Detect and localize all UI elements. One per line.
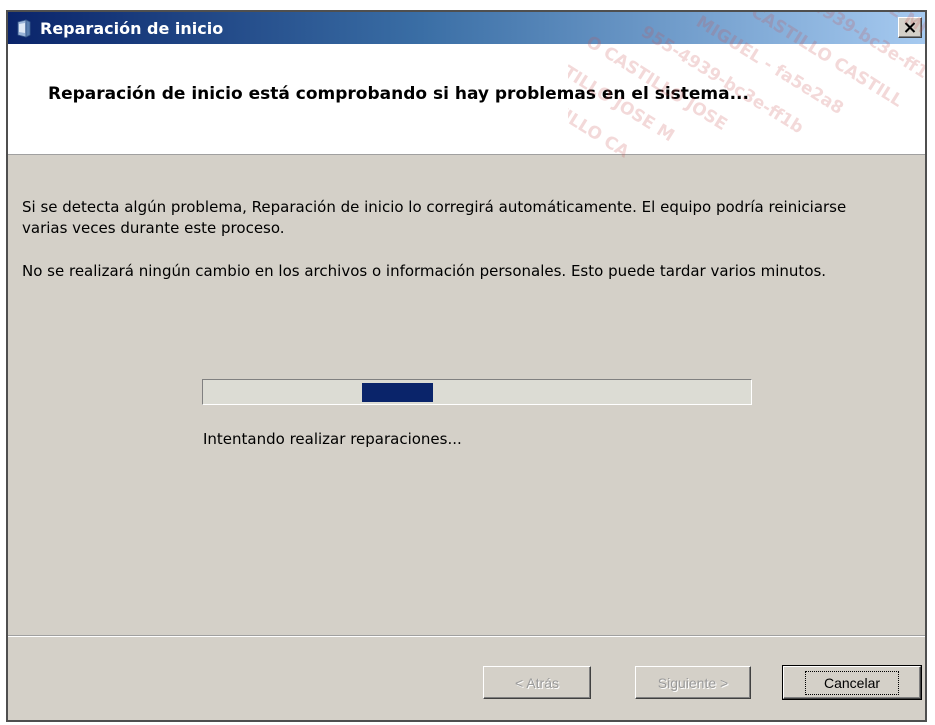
dialog-content: Si se detecta algún problema, Reparación… [8,155,925,636]
page-heading: Reparación de inicio está comprobando si… [48,84,749,104]
window-title: Reparación de inicio [40,19,224,38]
progress-status-text: Intentando realizar reparaciones... [203,430,462,448]
back-button-label: < Atrás [515,674,559,691]
progress-indicator [362,383,433,402]
next-button-label: Siguiente > [657,674,729,691]
next-button[interactable]: Siguiente > [635,666,751,699]
title-bar[interactable]: Reparación de inicio [8,12,925,44]
close-icon [904,18,916,37]
startup-repair-dialog: Reparación de inicio Reparación de inici… [6,10,927,722]
startup-repair-icon [16,19,32,38]
info-paragraph-detect: Si se detecta algún problema, Reparación… [22,198,847,237]
cancel-button-label: Cancelar [804,670,900,695]
close-button[interactable] [898,17,922,38]
progress-bar [202,379,752,405]
info-paragraph-no-changes: No se realizará ningún cambio en los arc… [22,262,827,280]
cancel-button[interactable]: Cancelar [782,665,922,700]
back-button[interactable]: < Atrás [483,666,591,699]
dialog-header: Reparación de inicio está comprobando si… [8,44,925,155]
button-bar: < Atrás Siguiente > Cancelar [8,635,925,720]
